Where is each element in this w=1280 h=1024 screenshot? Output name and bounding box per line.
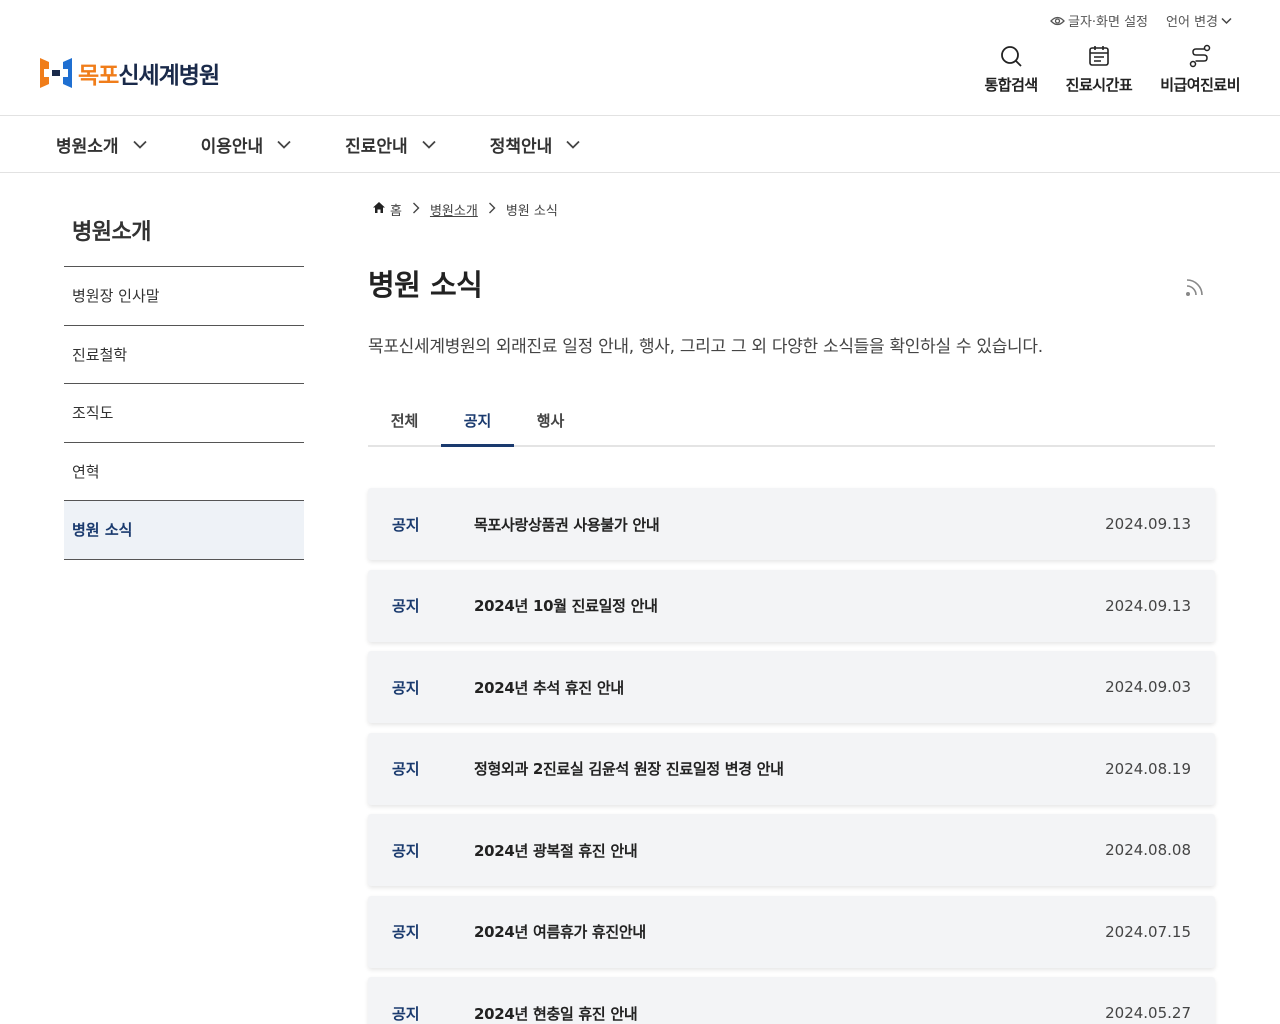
gnb-item-medical[interactable]: 진료안내: [345, 132, 436, 157]
news-category: 공지: [392, 678, 420, 697]
chevron-right-icon: [412, 202, 420, 218]
news-title: 2024년 추석 휴진 안내: [474, 678, 624, 697]
chevron-down-icon: [1221, 17, 1232, 25]
news-category: 공지: [392, 841, 420, 860]
news-date: 2024.09.03: [1105, 678, 1191, 696]
news-title: 2024년 10월 진료일정 안내: [474, 597, 658, 615]
breadcrumb-home-label: 홈: [390, 204, 402, 219]
news-item[interactable]: 공지 정형외과 2진료실 김윤석 원장 진료일정 변경 안내 2024.08.1…: [368, 732, 1215, 805]
breadcrumb-home[interactable]: 홈: [372, 200, 402, 219]
news-item[interactable]: 공지 2024년 현충일 휴진 안내 2024.05.27: [368, 977, 1215, 1024]
sidebar-item-organization[interactable]: 조직도: [64, 384, 304, 443]
gnb-label: 병원소개: [56, 136, 119, 157]
news-date: 2024.09.13: [1105, 596, 1191, 615]
news-item[interactable]: 공지 2024년 10월 진료일정 안내 2024.09.13: [368, 569, 1215, 642]
sidebar-item-history[interactable]: 연혁: [64, 443, 304, 501]
display-settings-label: 글자·화면 설정: [1067, 15, 1149, 30]
quick-link-label: 통합검색: [984, 76, 1038, 94]
news-date: 2024.09.13: [1105, 515, 1191, 533]
language-change-link[interactable]: 언어 변경: [1166, 11, 1232, 30]
news-title: 목포사랑상품권 사용불가 안내: [474, 515, 660, 534]
news-category: 공지: [392, 515, 420, 534]
news-item[interactable]: 공지 2024년 추석 휴진 안내 2024.09.03: [368, 651, 1215, 723]
news-title: 2024년 광복절 휴진 안내: [474, 841, 638, 860]
news-date: 2024.08.19: [1105, 759, 1191, 778]
breadcrumb: 홈 병원소개 병원 소식: [372, 200, 558, 219]
rss-icon[interactable]: [1184, 276, 1206, 302]
eye-settings-icon: [1050, 15, 1065, 27]
news-category: 공지: [392, 1004, 420, 1023]
news-category: 공지: [392, 923, 420, 941]
gnb-item-guide[interactable]: 이용안내: [201, 132, 292, 157]
calendar-icon: [1087, 44, 1111, 68]
quick-link-label: 진료시간표: [1065, 76, 1133, 94]
quick-link-search[interactable]: 통합검색: [984, 44, 1038, 95]
news-category: 공지: [392, 597, 420, 615]
sidebar-title: 병원소개: [72, 220, 151, 245]
sidebar-item-news[interactable]: 병원 소식: [64, 501, 304, 560]
chevron-down-icon: [422, 134, 436, 154]
news-title: 2024년 현충일 휴진 안내: [474, 1004, 638, 1023]
logo-text: 목포신세계병원: [78, 56, 220, 90]
search-icon: [999, 44, 1023, 68]
gnb-label: 정책안내: [489, 136, 553, 157]
logo-text-part2: 신세계병원: [118, 63, 220, 89]
page-description: 목포신세계병원의 외래진료 일정 안내, 행사, 그리고 그 외 다양한 소식들…: [368, 337, 1043, 357]
news-title: 2024년 여름휴가 휴진안내: [474, 923, 646, 941]
logo-text-part1: 목포: [78, 63, 119, 89]
news-item[interactable]: 공지 2024년 여름휴가 휴진안내 2024.07.15: [368, 895, 1215, 968]
display-settings-link[interactable]: 글자·화면 설정: [1050, 11, 1148, 30]
tab-notice[interactable]: 공지: [441, 396, 514, 447]
gnb-label: 진료안내: [345, 136, 408, 157]
sidebar-menu: 병원장 인사말 진료철학 조직도 연혁 병원 소식: [64, 266, 304, 560]
utility-bar: 글자·화면 설정 언어 변경: [1050, 11, 1232, 30]
gnb-item-policy[interactable]: 정책안내: [490, 132, 581, 157]
category-tabs: 전체 공지 행사: [368, 396, 1215, 447]
quick-links: 통합검색 진료시간표 비급여진료비: [984, 44, 1240, 95]
cost-route-icon: [1188, 44, 1212, 68]
gnb-item-about[interactable]: 병원소개: [56, 132, 147, 157]
news-date: 2024.08.08: [1105, 841, 1191, 859]
quick-link-label: 비급여진료비: [1160, 76, 1240, 94]
news-item[interactable]: 공지 목포사랑상품권 사용불가 안내 2024.09.13: [368, 488, 1215, 560]
gnb-divider: [0, 172, 1280, 173]
tab-event[interactable]: 행사: [514, 396, 587, 445]
page-title: 병원 소식: [368, 268, 483, 302]
gnb-label: 이용안내: [200, 136, 264, 157]
quick-link-schedule[interactable]: 진료시간표: [1066, 44, 1133, 95]
home-icon: [372, 201, 386, 218]
news-list: 공지 목포사랑상품권 사용불가 안내 2024.09.13 공지 2024년 1…: [368, 488, 1215, 1024]
chevron-down-icon: [277, 134, 291, 154]
news-date: 2024.05.27: [1105, 1004, 1191, 1022]
quick-link-noncovered-cost[interactable]: 비급여진료비: [1160, 44, 1240, 95]
hospital-logo[interactable]: 목포신세계병원: [40, 56, 220, 90]
news-item[interactable]: 공지 2024년 광복절 휴진 안내 2024.08.08: [368, 814, 1215, 886]
breadcrumb-current: 병원 소식: [505, 204, 558, 219]
sidebar-item-greeting[interactable]: 병원장 인사말: [64, 267, 304, 326]
language-label: 언어 변경: [1166, 15, 1218, 30]
chevron-down-icon: [566, 134, 580, 154]
sidebar-item-philosophy[interactable]: 진료철학: [64, 326, 304, 384]
logo-mark-icon: [40, 56, 72, 90]
tab-all[interactable]: 전체: [368, 396, 441, 445]
breadcrumb-level1[interactable]: 병원소개: [430, 200, 478, 219]
news-date: 2024.07.15: [1105, 922, 1191, 941]
chevron-right-icon: [488, 202, 496, 218]
global-nav: 병원소개 이용안내 진료안내 정책안내: [56, 116, 580, 172]
news-title: 정형외과 2진료실 김윤석 원장 진료일정 변경 안내: [474, 760, 784, 778]
chevron-down-icon: [132, 134, 147, 154]
news-category: 공지: [392, 760, 420, 778]
